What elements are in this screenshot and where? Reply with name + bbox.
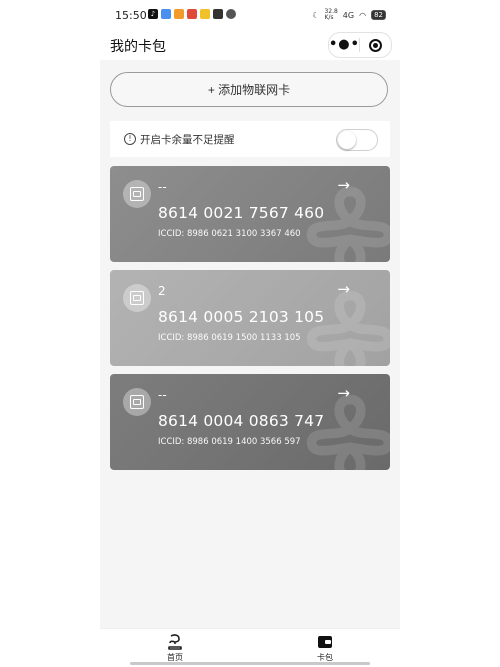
app-icon-blue	[161, 9, 171, 19]
tiktok-icon: ♪	[148, 9, 158, 19]
add-iot-card-button[interactable]: + 添加物联网卡	[110, 72, 388, 107]
battery-icon: 82	[371, 10, 386, 20]
card-iccid: ICCID: 8986 0619 1400 3566 597	[158, 437, 301, 447]
app-icon-red	[187, 9, 197, 19]
app-icon-yellow	[200, 9, 210, 19]
sim-card-item[interactable]: -- → 8614 0004 0863 747 ICCID: 8986 0619…	[110, 374, 390, 470]
moon-icon: ☾	[312, 10, 320, 20]
card-number: 8614 0005 2103 105	[158, 308, 325, 326]
network-speed: 32.8 K/s	[324, 8, 338, 21]
reminder-label: 开启卡余量不足提醒	[140, 133, 235, 146]
app-icon-dark	[213, 9, 223, 19]
home-indicator	[130, 662, 370, 665]
nav-bar: 我的卡包 •●•	[100, 32, 400, 60]
more-icon[interactable]: •●•	[329, 33, 359, 57]
card-name: --	[158, 180, 167, 194]
sim-card-item[interactable]: -- → 8614 0021 7567 460 ICCID: 8986 0621…	[110, 166, 390, 262]
low-balance-reminder-row: ! 开启卡余量不足提醒	[110, 121, 390, 157]
home-icon	[168, 634, 182, 650]
status-right: ☾ 32.8 K/s 4G ◠ 82	[312, 9, 386, 21]
sim-card-icon	[123, 284, 151, 312]
close-icon	[368, 38, 382, 52]
arrow-right-icon[interactable]: →	[337, 280, 350, 298]
card-number: 8614 0021 7567 460	[158, 204, 325, 222]
card-wallet-content: + 添加物联网卡 ! 开启卡余量不足提醒 -- → 8614 0021 7567…	[100, 60, 400, 628]
card-name: 2	[158, 284, 166, 298]
sim-card-icon	[123, 388, 151, 416]
close-button[interactable]	[360, 38, 390, 52]
wallet-icon	[318, 636, 332, 648]
unicom-logo-watermark	[306, 394, 390, 470]
reminder-toggle[interactable]	[336, 129, 378, 151]
notification-icons: ♪	[148, 9, 236, 19]
card-iccid: ICCID: 8986 0619 1500 1133 105	[158, 333, 301, 343]
status-time: 15:50	[115, 9, 147, 22]
arrow-right-icon[interactable]: →	[337, 176, 350, 194]
status-bar: 15:50 ♪ ☾ 32.8 K/s 4G ◠ 82	[100, 0, 400, 32]
card-name: --	[158, 388, 167, 402]
arrow-right-icon[interactable]: →	[337, 384, 350, 402]
gear-icon	[226, 9, 236, 19]
unicom-logo-watermark	[306, 290, 390, 366]
unicom-logo-watermark	[306, 186, 390, 262]
card-number: 8614 0004 0863 747	[158, 412, 325, 430]
mini-program-capsule: •●•	[328, 32, 392, 58]
page-title: 我的卡包	[110, 39, 166, 55]
card-iccid: ICCID: 8986 0621 3100 3367 460	[158, 229, 301, 239]
signal-label: 4G	[342, 10, 355, 20]
info-icon: !	[124, 133, 136, 145]
sim-card-item[interactable]: 2 → 8614 0005 2103 105 ICCID: 8986 0619 …	[110, 270, 390, 366]
wifi-icon: ◠	[359, 10, 367, 20]
app-icon-orange	[174, 9, 184, 19]
sim-card-icon	[123, 180, 151, 208]
